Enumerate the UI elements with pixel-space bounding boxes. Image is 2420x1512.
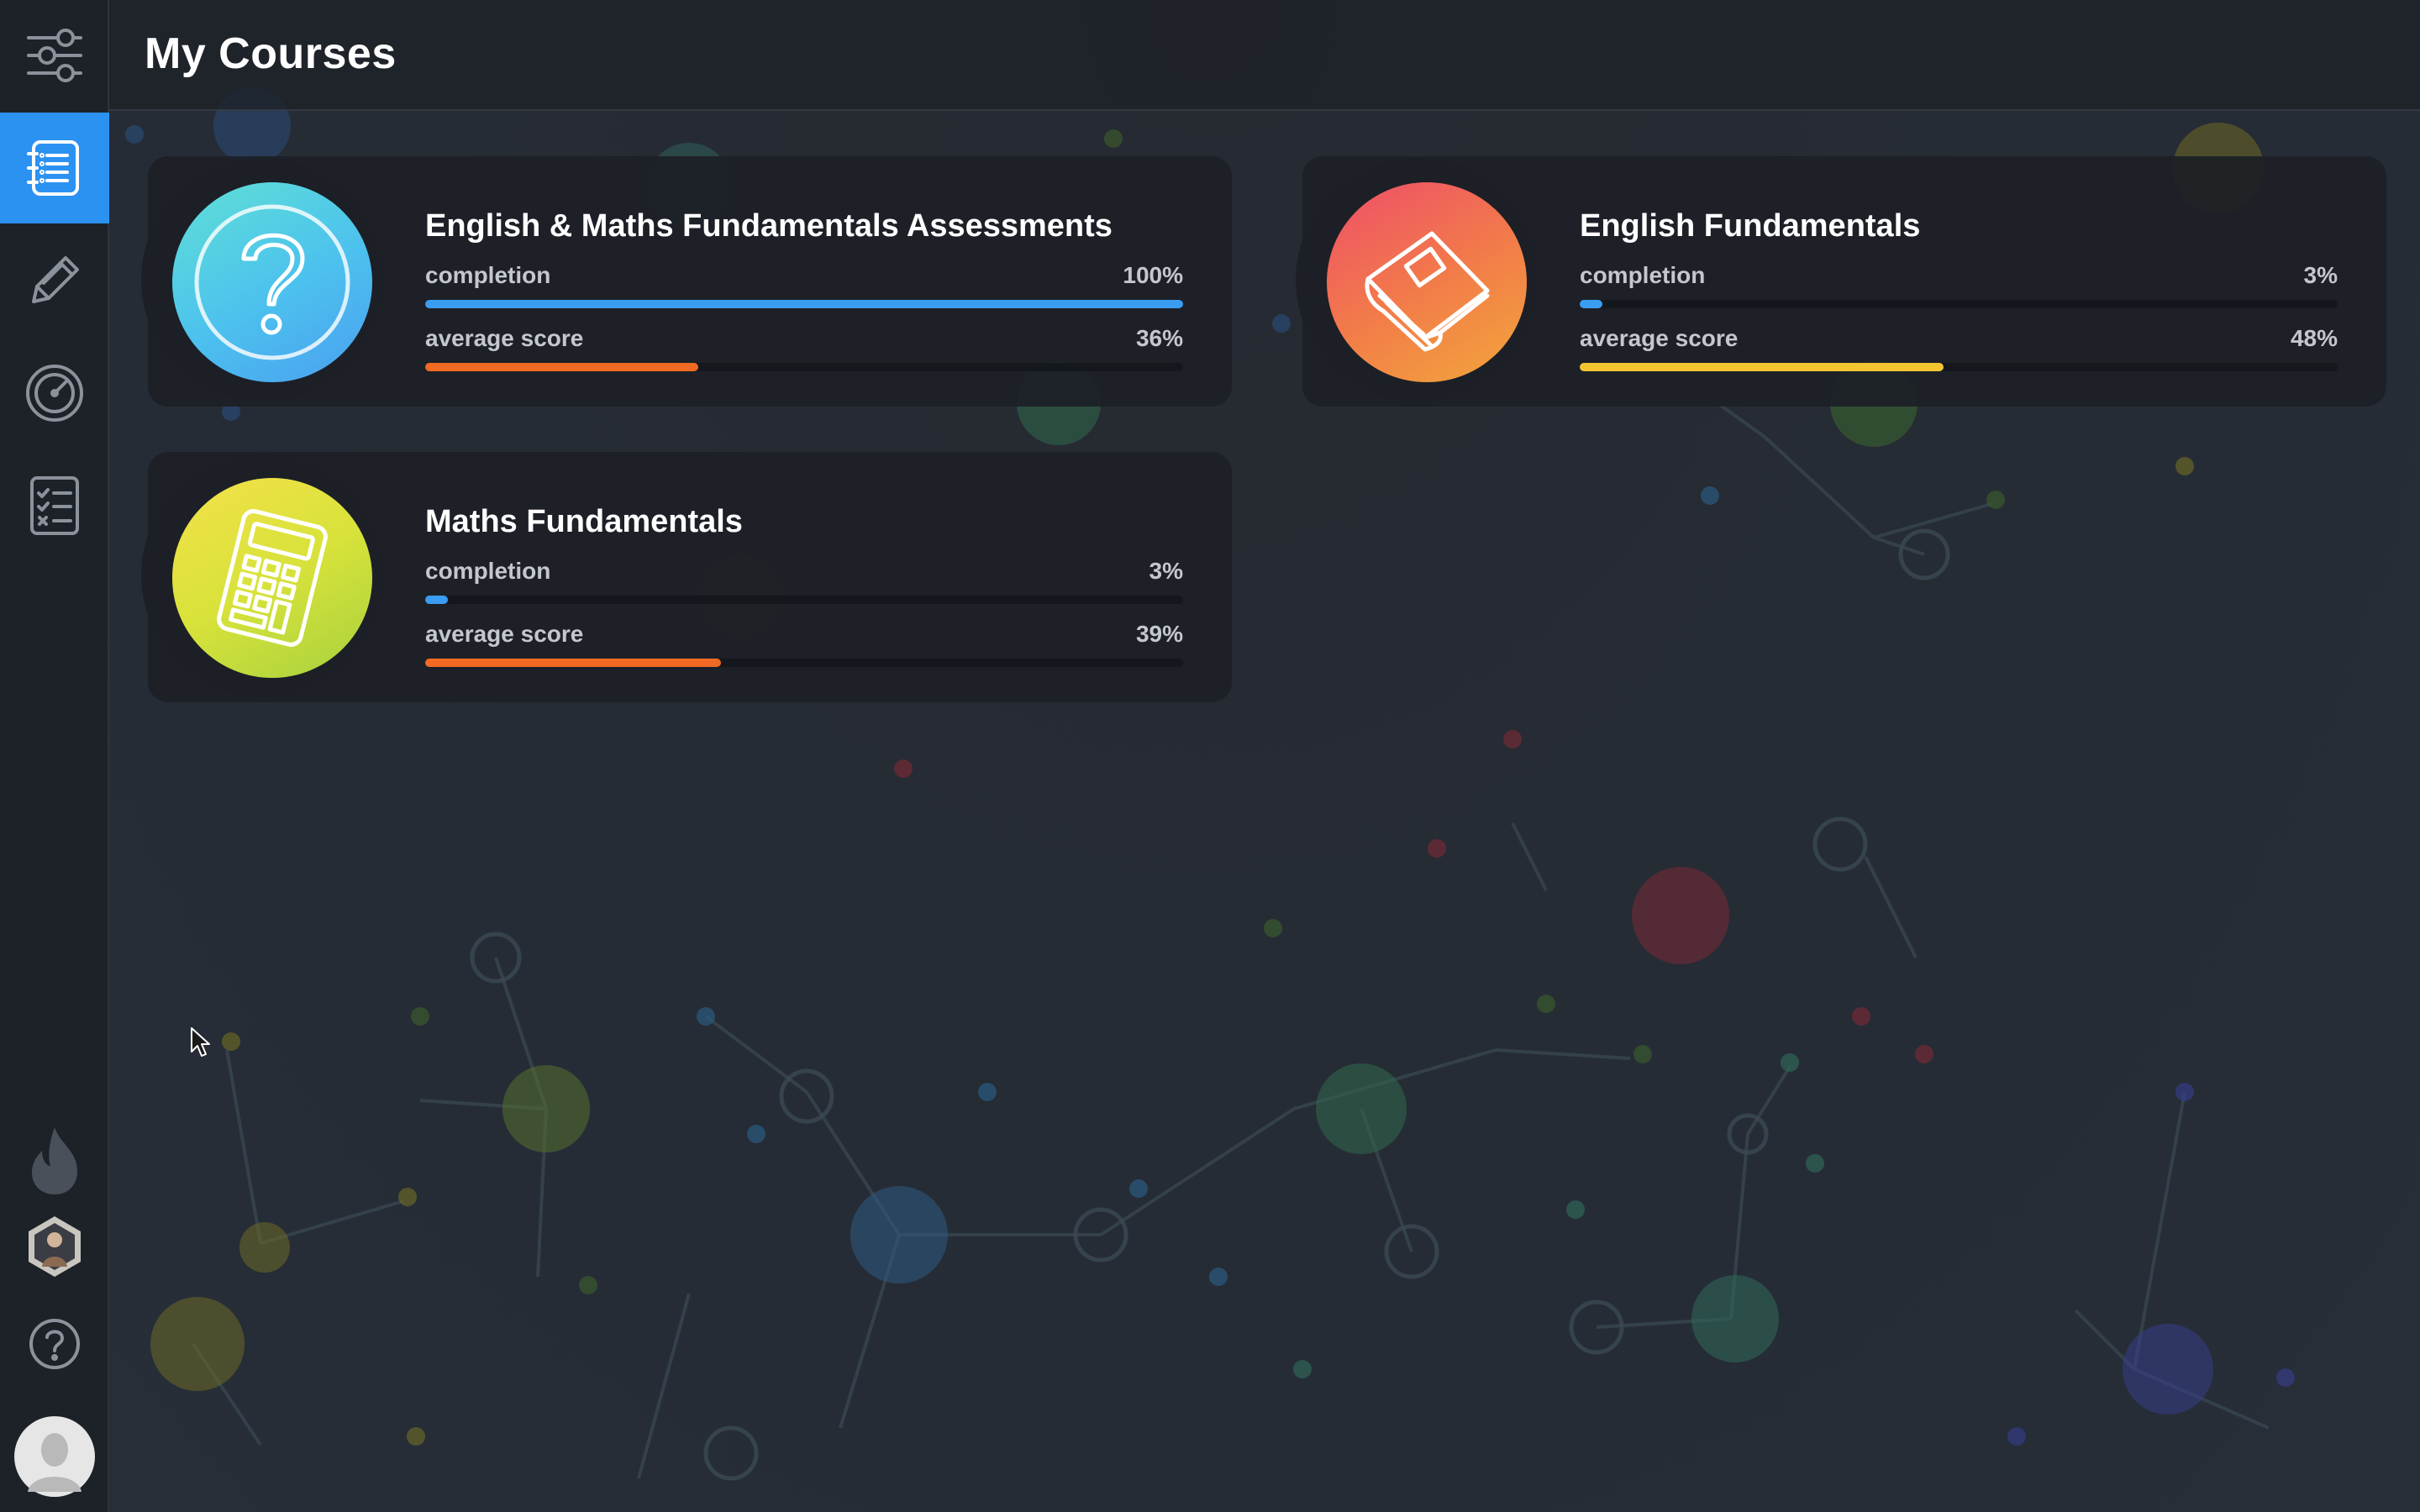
completion-progress-fill: [425, 300, 1183, 308]
sidebar-item-courses[interactable]: [0, 113, 109, 223]
pencil-icon: [32, 256, 79, 303]
book-icon: [1365, 231, 1490, 352]
help-button[interactable]: [0, 1317, 109, 1371]
completion-progress-fill: [1580, 300, 1603, 308]
completion-progress-bar: [1580, 300, 2338, 308]
completion-label: completion: [425, 558, 551, 584]
completion-progress-bar: [425, 300, 1183, 308]
profile-badge[interactable]: [0, 1215, 109, 1278]
profile-hexagon-avatar: [29, 1216, 81, 1277]
score-row: average score 36%: [425, 325, 1183, 351]
average-score-bar: [425, 659, 1183, 667]
page-title: My Courses: [145, 29, 397, 78]
average-score-label: average score: [425, 621, 584, 647]
question-mark-icon: [194, 204, 350, 360]
completion-value: 100%: [1123, 262, 1183, 288]
sidebar: [0, 0, 109, 1512]
top-bar: My Courses: [109, 0, 2420, 111]
average-score-label: average score: [1580, 325, 1739, 351]
average-score-bar: [1580, 363, 2338, 371]
course-card[interactable]: English Fundamentals completion 3% avera…: [1296, 156, 2386, 407]
completion-value: 3%: [2303, 262, 2338, 288]
completion-value: 3%: [1149, 558, 1183, 584]
average-score-value: 48%: [2290, 325, 2338, 351]
course-title: English Fundamentals: [1580, 208, 1921, 244]
gauge-icon: [26, 365, 83, 422]
mouse-cursor-icon: [191, 1027, 210, 1057]
streak-button[interactable]: [0, 1126, 109, 1196]
completion-progress-fill: [425, 596, 449, 604]
account-button[interactable]: [0, 1416, 109, 1497]
course-title: English & Maths Fundamentals Assessments: [425, 208, 1113, 244]
average-score-fill: [425, 363, 698, 371]
course-card[interactable]: Maths Fundamentals completion 3% average…: [141, 452, 1232, 702]
course-list-icon: [27, 140, 79, 196]
sidebar-item-tests[interactable]: [0, 450, 109, 561]
average-score-fill: [425, 659, 721, 667]
help-icon: [29, 1319, 80, 1369]
average-score-value: 39%: [1135, 621, 1183, 647]
average-score-label: average score: [425, 325, 584, 351]
completion-label: completion: [425, 262, 551, 288]
average-score-value: 36%: [1135, 325, 1183, 351]
completion-row: completion 3%: [1580, 262, 2338, 288]
course-card[interactable]: English & Maths Fundamentals Assessments…: [141, 156, 1232, 407]
sidebar-item-progress[interactable]: [0, 338, 109, 449]
course-badge: [1327, 182, 1527, 382]
completion-row: completion 3%: [425, 558, 1183, 584]
flame-icon: [32, 1127, 77, 1194]
course-badge: [172, 478, 372, 678]
completion-label: completion: [1580, 262, 1706, 288]
course-badge: [172, 182, 372, 382]
score-row: average score 48%: [1580, 325, 2338, 351]
score-row: average score 39%: [425, 621, 1183, 647]
sidebar-item-menu[interactable]: [0, 0, 109, 111]
user-avatar: [14, 1416, 95, 1497]
settings-sliders-icon: [27, 29, 82, 82]
average-score-fill: [1580, 363, 1944, 371]
average-score-bar: [425, 363, 1183, 371]
calculator-icon: [217, 509, 328, 647]
completion-progress-bar: [425, 596, 1183, 604]
course-title: Maths Fundamentals: [425, 504, 743, 539]
completion-row: completion 100%: [425, 262, 1183, 288]
checklist-icon: [30, 476, 79, 535]
sidebar-item-practice[interactable]: [0, 225, 109, 336]
